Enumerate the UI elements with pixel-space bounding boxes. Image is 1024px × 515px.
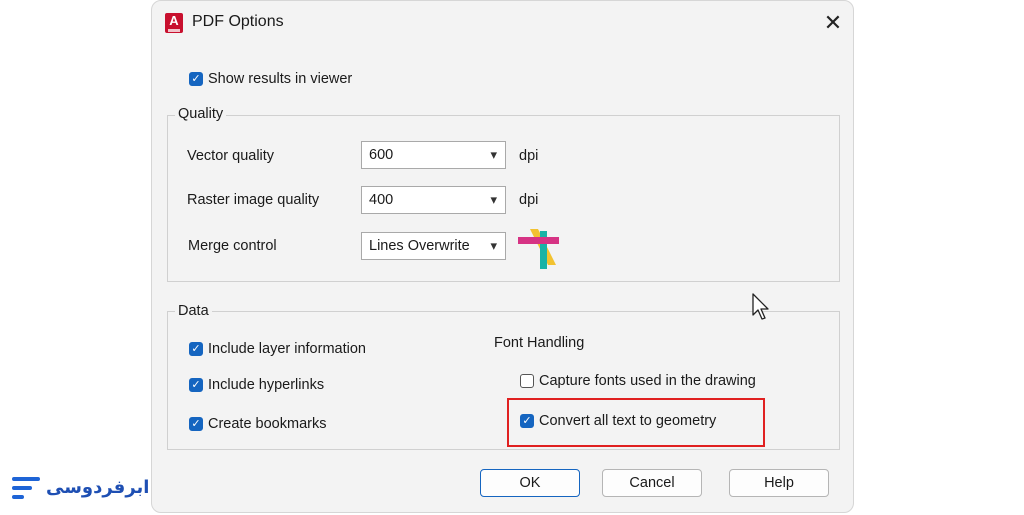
mouse-cursor-icon — [752, 293, 769, 320]
capture-fonts-checkbox[interactable]: Capture fonts used in the drawing — [520, 373, 756, 389]
create-bookmarks-label: Create bookmarks — [208, 416, 327, 432]
create-bookmarks-checkbox[interactable]: ✓ Create bookmarks — [189, 416, 326, 432]
merge-control-value: Lines Overwrite — [369, 238, 470, 254]
raster-quality-unit: dpi — [519, 192, 539, 208]
vector-quality-unit: dpi — [519, 148, 539, 164]
show-results-label: Show results in viewer — [208, 71, 353, 87]
chevron-down-icon: ▾ — [490, 238, 497, 253]
title-bar: A PDF Options ✕ — [152, 1, 853, 45]
checkbox-checked-icon: ✓ — [189, 72, 203, 86]
help-button[interactable]: Help — [729, 469, 829, 497]
close-icon: ✕ — [823, 10, 843, 35]
include-layer-checkbox[interactable]: ✓ Include layer information — [189, 341, 366, 357]
vector-quality-value: 600 — [369, 147, 394, 163]
raster-quality-label: Raster image quality — [187, 192, 320, 208]
quality-group-title: Quality — [175, 106, 227, 122]
merge-control-select[interactable]: Lines Overwrite ▾ — [361, 232, 506, 260]
checkbox-checked-icon: ✓ — [189, 378, 203, 392]
cancel-button[interactable]: Cancel — [602, 469, 702, 497]
raster-quality-select[interactable]: 400 ▾ — [361, 186, 506, 214]
pdf-options-dialog: A PDF Options ✕ ✓ Show results in viewer… — [151, 0, 854, 513]
autocad-app-icon: A — [165, 13, 183, 33]
convert-text-label: Convert all text to geometry — [539, 413, 717, 429]
checkbox-checked-icon: ✓ — [189, 417, 203, 431]
vector-quality-label: Vector quality — [187, 148, 275, 164]
close-button[interactable]: ✕ — [818, 9, 848, 37]
convert-text-checkbox[interactable]: ✓ Convert all text to geometry — [520, 413, 716, 429]
brand-text: ابرفردوسی — [46, 477, 150, 497]
include-layer-label: Include layer information — [208, 341, 366, 357]
font-handling-title: Font Handling — [494, 335, 585, 351]
raster-quality-value: 400 — [369, 192, 394, 208]
dialog-title: PDF Options — [192, 13, 284, 30]
lines-overwrite-icon — [518, 229, 559, 269]
checkbox-checked-icon: ✓ — [520, 414, 534, 428]
chevron-down-icon: ▾ — [490, 147, 497, 162]
checkbox-unchecked-icon — [520, 374, 534, 388]
data-group-title: Data — [175, 303, 212, 319]
vector-quality-select[interactable]: 600 ▾ — [361, 141, 506, 169]
brand-logo: ابرفردوسی — [12, 474, 149, 504]
include-hyperlinks-label: Include hyperlinks — [208, 377, 325, 393]
menu-lines-icon — [12, 477, 40, 501]
show-results-checkbox[interactable]: ✓ Show results in viewer — [189, 71, 352, 87]
capture-fonts-label: Capture fonts used in the drawing — [539, 373, 756, 389]
merge-control-label: Merge control — [188, 238, 277, 254]
ok-button[interactable]: OK — [480, 469, 580, 497]
include-hyperlinks-checkbox[interactable]: ✓ Include hyperlinks — [189, 377, 324, 393]
chevron-down-icon: ▾ — [490, 192, 497, 207]
checkbox-checked-icon: ✓ — [189, 342, 203, 356]
